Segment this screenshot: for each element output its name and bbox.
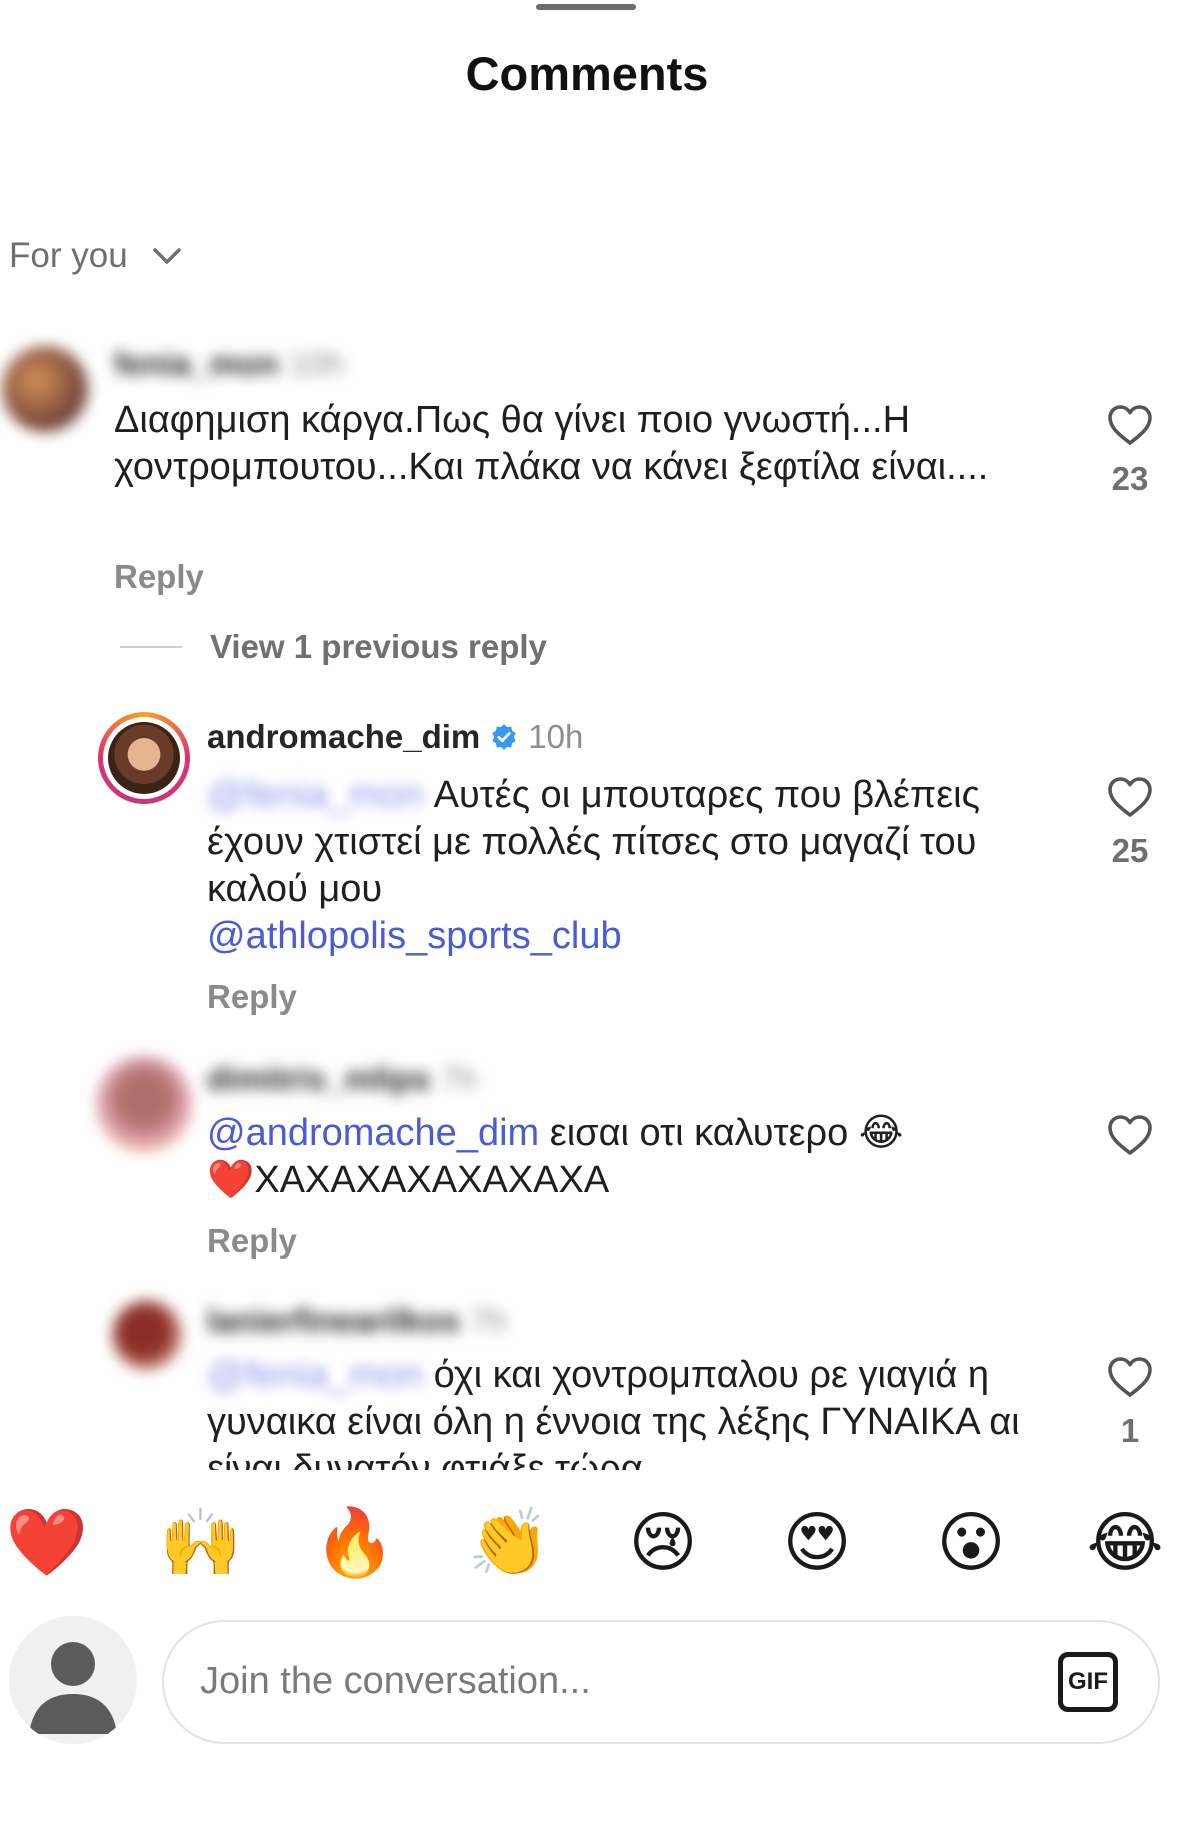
quick-reactions-bar: ❤️ 🙌 🔥 👏 😢 😍 😮 😂 [0, 1502, 1200, 1582]
avatar[interactable] [96, 1056, 192, 1152]
divider [120, 646, 182, 648]
reaction-heart-eyes-button[interactable]: 😍 [772, 1502, 862, 1582]
comment-text: @andromache_dim εισαι οτι καλυτερο 😂 ❤️Χ… [207, 1112, 904, 1201]
heart-icon [1108, 405, 1152, 445]
like-count: 1 [1120, 1412, 1140, 1449]
mention-link[interactable]: @athlopolis_sports_club [207, 915, 622, 957]
current-user-avatar [9, 1616, 137, 1744]
reply-button[interactable]: Reply [207, 1222, 297, 1260]
gif-button[interactable]: GIF [1058, 1652, 1118, 1712]
comment-text: @fenia_mon Αυτές οι μπουταρες που βλέπει… [207, 774, 980, 957]
mention-link[interactable]: @fenia_mon [207, 1354, 423, 1396]
reaction-heart-button[interactable]: ❤️ [2, 1502, 92, 1582]
comment-input[interactable]: Join the conversation... GIF [162, 1620, 1160, 1744]
comment-text: Διαφημιση κάργα.Πως θα γίνει ποιο γνωστή… [114, 399, 989, 488]
verified-badge-icon [492, 724, 516, 750]
reaction-laughing-button[interactable]: 😂 [1080, 1502, 1170, 1582]
like-button[interactable] [1102, 1112, 1158, 1156]
reaction-raising-hands-button[interactable]: 🙌 [156, 1502, 246, 1582]
like-button[interactable]: 1 [1102, 1354, 1158, 1450]
comment-username[interactable]: fenia_mon 10h [114, 345, 344, 383]
reply-button[interactable]: Reply [114, 558, 204, 596]
heart-icon [1108, 1115, 1152, 1155]
comment-input-placeholder: Join the conversation... [200, 1660, 591, 1702]
reaction-clap-button[interactable]: 👏 [464, 1502, 554, 1582]
mention-link[interactable]: @andromache_dim [207, 1112, 539, 1154]
avatar[interactable] [98, 712, 190, 804]
avatar[interactable] [2, 346, 88, 432]
like-count: 25 [1111, 832, 1149, 869]
like-button[interactable]: 23 [1102, 402, 1158, 498]
like-count: 23 [1111, 460, 1149, 497]
view-previous-replies-button[interactable]: View 1 previous reply [120, 628, 547, 666]
comment-list: fenia_mon 10h Διαφημιση κάργα.Πως θα γίν… [0, 0, 1200, 1470]
heart-icon [1108, 1357, 1152, 1397]
reaction-surprised-button[interactable]: 😮 [926, 1502, 1016, 1582]
comment-username[interactable]: dimitris_mlips 7h [207, 1060, 477, 1098]
reply-button[interactable]: Reply [207, 978, 297, 1016]
user-icon [9, 1616, 137, 1744]
like-button[interactable]: 25 [1102, 774, 1158, 870]
comment-text: @fenia_mon όχι και χοντρομπαλου ρε γιαγι… [207, 1354, 1020, 1470]
comment-username[interactable]: lanierfinearilkos 7h [207, 1302, 507, 1340]
comment-username[interactable]: andromache_dim 10h [207, 718, 583, 756]
heart-icon [1108, 777, 1152, 817]
avatar[interactable] [112, 1300, 182, 1370]
reaction-fire-button[interactable]: 🔥 [310, 1502, 400, 1582]
reaction-crying-button[interactable]: 😢 [618, 1502, 708, 1582]
mention-link[interactable]: @fenia_mon [207, 774, 423, 816]
